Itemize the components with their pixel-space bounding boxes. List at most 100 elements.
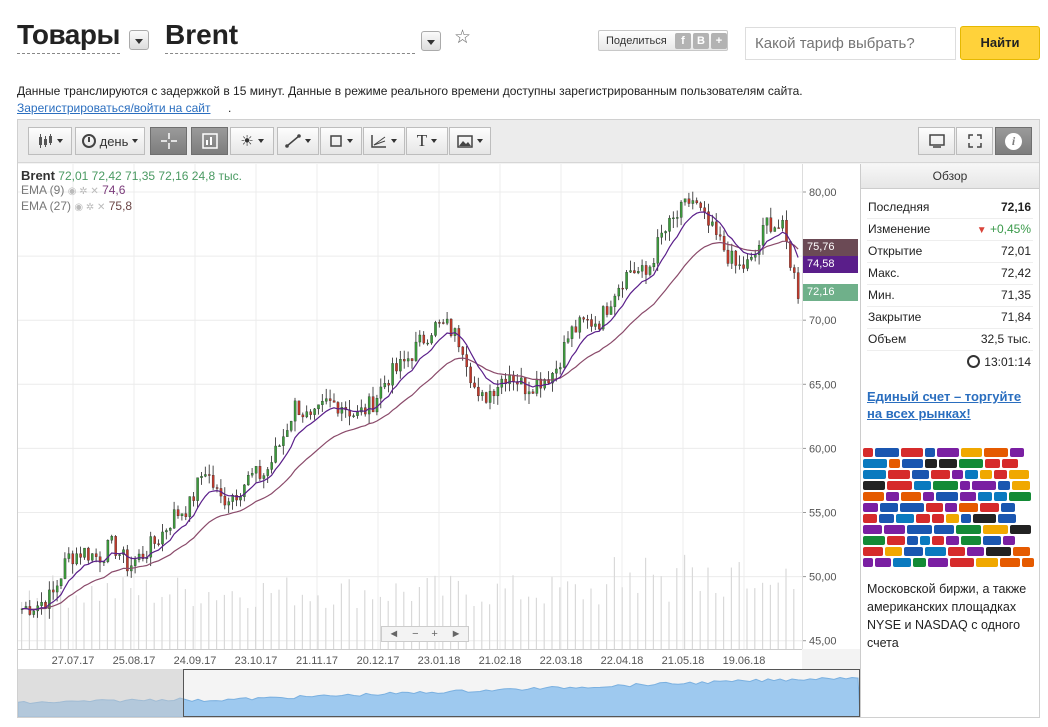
company-logo: [1001, 503, 1015, 512]
overview-title: Обзор: [861, 164, 1039, 189]
line-tool-button[interactable]: [277, 127, 319, 155]
instrument-dropdown-button[interactable]: [421, 31, 441, 51]
info-button[interactable]: i: [995, 127, 1032, 155]
ema27-controls-icon[interactable]: ◉ ✲ ✕: [74, 202, 105, 213]
fullscreen-button[interactable]: [956, 127, 993, 155]
candle-body: [391, 363, 394, 386]
section-dropdown-button[interactable]: [129, 30, 149, 50]
date-axis[interactable]: 27.07.17 25.08.17 24.09.17 23.10.17 21.11.17…: [18, 649, 802, 669]
promo-link[interactable]: Единый счет – торгуйте на всех рынках!: [867, 388, 1032, 422]
company-logo: [983, 536, 1001, 545]
company-logo: [950, 558, 974, 567]
chart-widget: день ☀ T i 80,00 70,00 65,00 60,00 55,00…: [17, 119, 1040, 718]
zoom-in-button[interactable]: +: [431, 628, 437, 640]
company-logo: [1009, 470, 1029, 479]
candle-body: [637, 271, 640, 274]
chart-scroller[interactable]: ◄ − + ►: [381, 626, 469, 642]
candle-body: [211, 475, 215, 488]
volume-bar: [28, 590, 30, 649]
company-logo: [863, 492, 884, 501]
crosshair-button[interactable]: [150, 127, 187, 155]
candle-body: [586, 319, 589, 321]
tariff-search-input[interactable]: [745, 27, 956, 60]
company-logo: [976, 558, 998, 567]
ema9-controls-icon[interactable]: ◉ ✲ ✕: [68, 186, 99, 197]
register-login-link[interactable]: Зарегистрироваться/войти на сайт: [17, 101, 210, 115]
instrument-title: Brent: [165, 18, 415, 54]
scroll-left-button[interactable]: ◄: [388, 628, 399, 640]
text-tool-button[interactable]: T: [406, 127, 448, 155]
ema9-price-tag: 74,58: [803, 256, 858, 273]
candle-body: [726, 249, 730, 264]
chart-type-button[interactable]: [28, 127, 72, 155]
candle-body: [477, 386, 480, 397]
company-logo: [863, 536, 885, 545]
more-share-icon[interactable]: +: [711, 33, 727, 49]
last-price-tag: 72,16: [803, 284, 858, 301]
company-logo: [913, 558, 926, 567]
zoom-out-button[interactable]: −: [412, 628, 418, 640]
company-logo: [907, 536, 918, 545]
screenshot-button[interactable]: [918, 127, 955, 155]
company-logo: [901, 492, 921, 501]
candle-body: [188, 496, 192, 517]
search-button[interactable]: Найти: [960, 26, 1040, 60]
vk-icon[interactable]: B: [693, 33, 709, 49]
navigator-window-handle[interactable]: [183, 669, 860, 717]
volume-bar: [699, 590, 701, 649]
period-dropdown[interactable]: день: [75, 127, 145, 155]
candle-body: [223, 495, 227, 506]
company-logo: [948, 547, 965, 556]
company-logo: [886, 492, 899, 501]
zoom-button[interactable]: [191, 127, 228, 155]
volume-bar: [691, 567, 693, 649]
company-logo: [1009, 492, 1031, 501]
stat-key: Открытие: [868, 244, 923, 258]
candle-body: [83, 547, 86, 558]
price-tick-label: 80,00: [809, 187, 837, 199]
candle-body: [282, 436, 285, 446]
scroll-right-button[interactable]: ►: [451, 628, 462, 640]
candle-body: [305, 411, 309, 418]
candle-body: [367, 396, 371, 415]
zoom-icon: [201, 133, 218, 149]
volume-bar: [294, 605, 296, 649]
volume-bar: [239, 597, 241, 649]
favorite-star-icon[interactable]: ☆: [454, 28, 471, 48]
price-chart-area[interactable]: [18, 164, 802, 649]
share-widget[interactable]: Поделиться f B +: [598, 30, 728, 51]
volume-bar: [75, 595, 77, 649]
candle-body: [422, 334, 426, 344]
candle-body: [32, 610, 36, 615]
chart-toolbar: день ☀ T i: [18, 120, 1039, 163]
price-chart: [18, 164, 802, 649]
price-axis[interactable]: 80,0075,0070,0065,0060,0055,0050,0045,00: [802, 164, 860, 649]
company-logo: [994, 470, 1007, 479]
company-logo: [1010, 525, 1031, 534]
shape-tool-button[interactable]: [320, 127, 362, 155]
candle-body: [793, 267, 796, 273]
candle-body: [465, 354, 468, 368]
volume-bar: [161, 596, 163, 649]
ema9-line: [21, 211, 799, 611]
company-logo: [925, 547, 946, 556]
candle-body: [531, 391, 535, 394]
candle-body: [664, 231, 667, 234]
company-logo: [961, 448, 982, 457]
candle-body: [652, 263, 656, 268]
candle-body: [445, 318, 449, 324]
volume-bar: [543, 603, 545, 649]
candle-body: [184, 513, 188, 517]
volume-bar: [707, 567, 709, 649]
facebook-icon[interactable]: f: [675, 33, 691, 49]
candle-body: [418, 334, 422, 343]
candle-body: [695, 200, 699, 204]
fibonacci-tool-button[interactable]: [363, 127, 405, 155]
candle-body: [769, 217, 773, 232]
image-tool-button[interactable]: [449, 127, 491, 155]
candle-body: [789, 241, 792, 268]
volume-bar: [348, 579, 350, 649]
date-tick-label: 27.07.17: [52, 655, 95, 667]
indicators-button[interactable]: ☀: [230, 127, 274, 155]
company-logo: [998, 481, 1010, 490]
